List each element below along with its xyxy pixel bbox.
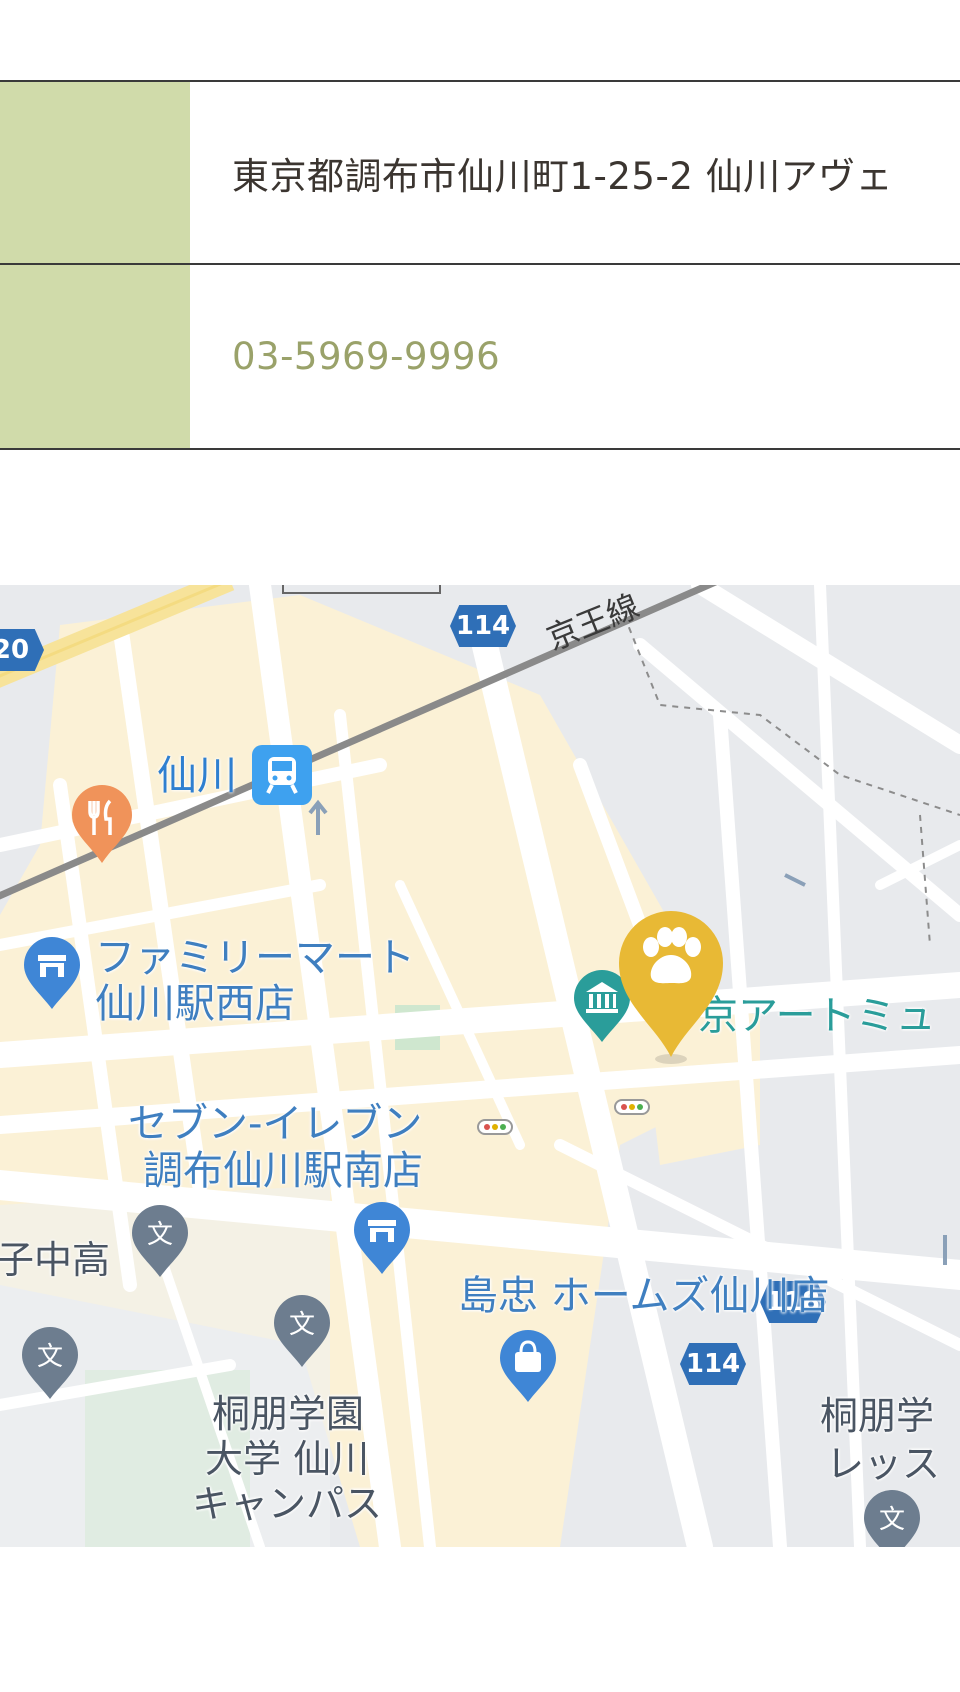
school-icon[interactable]: 文 <box>130 1205 190 1279</box>
phone-link[interactable]: 03-5969-9996 <box>232 265 500 448</box>
svg-text:文: 文 <box>37 1342 63 1372</box>
toho-right-label-1[interactable]: 桐朋学 <box>820 1396 934 1437</box>
convenience-store-icon[interactable] <box>352 1202 412 1276</box>
toho-label-3[interactable]: キャンパス <box>192 1484 382 1525</box>
school-left-label[interactable]: 子中高 <box>0 1240 110 1281</box>
route-114-shield-bottom: 114 <box>680 1343 746 1385</box>
station-label[interactable]: 仙川 <box>157 755 237 797</box>
map-base <box>0 585 960 1547</box>
phone-row-header <box>0 265 190 448</box>
toho-label-1[interactable]: 桐朋学園 <box>212 1394 364 1435</box>
route-114-shield-top: 114 <box>450 605 516 647</box>
familymart-label-1[interactable]: ファミリーマート <box>95 937 415 979</box>
svg-text:文: 文 <box>879 1505 905 1535</box>
shimachu-label[interactable]: 島忠 ホームズ仙川店 <box>458 1275 830 1317</box>
school-icon[interactable]: 文 <box>862 1490 922 1547</box>
embedded-map[interactable]: 114 20 118 114 京王線 仙川 ファミリーマート 仙川駅西店 京アー… <box>0 585 960 1547</box>
address-row: 東京都調布市仙川町1-25-2 仙川アヴェ <box>0 80 960 265</box>
store-pin-icon[interactable] <box>22 937 82 1011</box>
toho-right-label-2[interactable]: レッス <box>826 1444 940 1485</box>
phone-row: 03-5969-9996 <box>0 265 960 450</box>
familymart-label-2[interactable]: 仙川駅西店 <box>95 983 295 1025</box>
restaurant-icon[interactable] <box>70 785 134 865</box>
route-20-shield: 20 <box>0 629 44 671</box>
school-icon[interactable]: 文 <box>272 1295 332 1369</box>
address-row-header <box>0 82 190 263</box>
shopping-bag-icon[interactable] <box>498 1330 558 1404</box>
seven-eleven-label-2[interactable]: 調布仙川駅南店 <box>143 1150 423 1192</box>
address-value: 東京都調布市仙川町1-25-2 仙川アヴェ <box>232 154 894 198</box>
train-station-icon[interactable] <box>252 745 312 805</box>
svg-text:文: 文 <box>147 1220 173 1250</box>
seven-eleven-label-1[interactable]: セブン-イレブン <box>128 1103 422 1145</box>
location-paw-pin-icon[interactable] <box>615 907 727 1065</box>
svg-text:文: 文 <box>289 1310 315 1340</box>
museum-label[interactable]: 京アートミュ <box>698 995 936 1037</box>
toho-label-2[interactable]: 大学 仙川 <box>205 1439 369 1480</box>
school-icon[interactable]: 文 <box>20 1327 80 1401</box>
